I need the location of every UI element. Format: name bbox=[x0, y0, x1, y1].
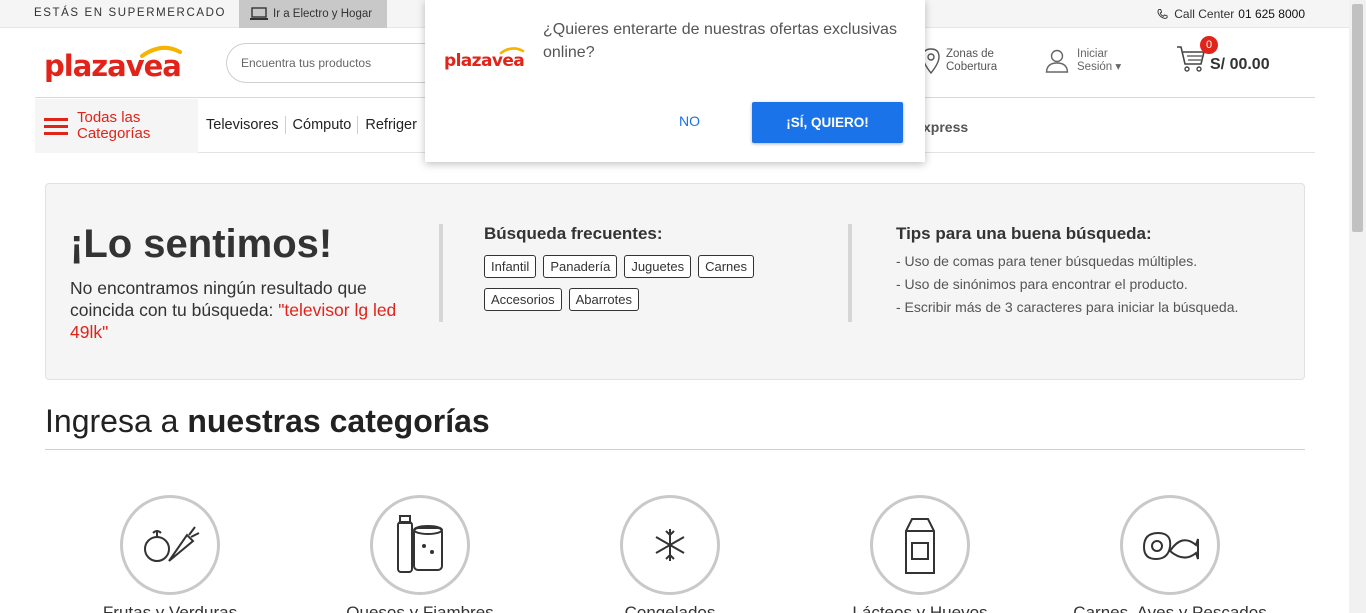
no-results-description: No encontramos ningún resultado que coin… bbox=[70, 277, 430, 343]
categories-divider bbox=[45, 449, 1305, 450]
category-carnes-aves-pescados[interactable]: Carnes, Aves y Pescados bbox=[1070, 495, 1270, 613]
hamburger-icon bbox=[44, 114, 68, 139]
scrollbar-thumb[interactable] bbox=[1352, 4, 1363, 232]
search-tips: Tips para una buena búsqueda: - Uso de c… bbox=[896, 224, 1238, 319]
laptop-icon bbox=[250, 7, 268, 20]
login-label: Iniciar Sesión ▾ bbox=[1077, 48, 1121, 74]
frequent-searches: Búsqueda frecuentes: Infantil Panadería … bbox=[484, 224, 804, 311]
meat-fish-icon bbox=[1142, 531, 1199, 561]
category-name: Congelados bbox=[624, 603, 716, 613]
chip-abarrotes[interactable]: Abarrotes bbox=[568, 288, 639, 311]
milk-carton-icon bbox=[905, 518, 935, 574]
category-name: Lácteos y Huevos bbox=[852, 603, 988, 613]
popup-yes-button[interactable]: ¡SÍ, QUIERO! bbox=[752, 102, 903, 143]
popup-plazavea-logo: plazavea bbox=[444, 44, 526, 79]
fruits-vegetables-icon bbox=[144, 526, 200, 562]
call-center[interactable]: Call Center 01 625 8000 bbox=[1157, 7, 1305, 21]
category-frutas-verduras[interactable]: Frutas y Verduras bbox=[70, 495, 270, 613]
cheese-deli-icon bbox=[397, 515, 443, 573]
nav-link-computo[interactable]: Cómputo bbox=[292, 116, 359, 134]
nav-link-express[interactable]: xpress bbox=[923, 119, 968, 135]
svg-text:plazavea: plazavea bbox=[44, 49, 181, 83]
page-scrollbar[interactable] bbox=[1349, 0, 1366, 613]
divider bbox=[439, 224, 443, 322]
category-quesos-fiambres[interactable]: Quesos y Fiambres bbox=[320, 495, 520, 613]
category-name: Carnes, Aves y Pescados bbox=[1073, 603, 1267, 613]
categories-title-prefix: Ingresa a bbox=[45, 403, 179, 439]
phone-icon bbox=[1157, 8, 1168, 19]
chip-carnes[interactable]: Carnes bbox=[698, 255, 754, 278]
category-lacteos-huevos[interactable]: Lácteos y Huevos bbox=[820, 495, 1020, 613]
no-results-title: ¡Lo sentimos! bbox=[70, 222, 333, 266]
category-circle[interactable] bbox=[620, 495, 720, 595]
call-center-number: 01 625 8000 bbox=[1238, 7, 1305, 21]
cart-total: S/ 00.00 bbox=[1210, 56, 1270, 73]
category-congelados[interactable]: Congelados bbox=[570, 495, 770, 613]
search-placeholder: Encuentra tus productos bbox=[241, 56, 372, 70]
category-name: Frutas y Verduras bbox=[102, 603, 238, 613]
chip-infantil[interactable]: Infantil bbox=[484, 255, 537, 278]
coverage-zones-label: Zonas de Cobertura bbox=[946, 48, 997, 74]
search-tip: - Uso de sinónimos para encontrar el pro… bbox=[896, 276, 1188, 292]
login-button[interactable]: Iniciar Sesión ▾ bbox=[1045, 48, 1121, 74]
divider bbox=[848, 224, 852, 322]
all-categories-line1: Todas las bbox=[77, 109, 141, 126]
all-categories-line2: Categorías bbox=[77, 125, 151, 142]
categories-title-bold: nuestras categorías bbox=[187, 403, 490, 439]
electro-hogar-label: Ir a Electro y Hogar bbox=[273, 8, 373, 20]
snowflake-icon bbox=[655, 529, 685, 561]
user-icon bbox=[1045, 49, 1069, 73]
nav-link-refrigeracion[interactable]: Refriger bbox=[364, 116, 423, 134]
search-tip: - Escribir más de 3 caracteres para inic… bbox=[896, 299, 1239, 315]
no-results-panel: ¡Lo sentimos! No encontramos ningún resu… bbox=[45, 183, 1305, 380]
coverage-zones-line2: Cobertura bbox=[946, 61, 998, 73]
chip-juguetes[interactable]: Juguetes bbox=[624, 255, 692, 278]
cart-button[interactable]: 0 S/ 00.00 bbox=[1176, 36, 1286, 80]
all-categories-button[interactable]: Todas las Categorías bbox=[35, 99, 198, 153]
search-tip: - Uso de comas para tener búsquedas múlt… bbox=[896, 253, 1198, 269]
coverage-zones[interactable]: Zonas de Cobertura bbox=[922, 48, 997, 74]
search-tips-title: Tips para una buena búsqueda: bbox=[896, 224, 1152, 243]
category-circle[interactable] bbox=[870, 495, 970, 595]
electro-hogar-link[interactable]: Ir a Electro y Hogar bbox=[239, 0, 387, 28]
cart-count-badge: 0 bbox=[1200, 36, 1218, 54]
chip-accesorios[interactable]: Accesorios bbox=[484, 288, 562, 311]
login-line1: Iniciar bbox=[1077, 48, 1108, 60]
notification-popup: plazavea ¿Quieres enterarte de nuestras … bbox=[425, 0, 925, 162]
search-input[interactable]: Encuentra tus productos bbox=[226, 43, 446, 83]
chip-panaderia[interactable]: Panadería bbox=[543, 255, 618, 278]
login-line2: Sesión ▾ bbox=[1077, 61, 1122, 73]
nav-links: Televisores Cómputo Refriger bbox=[205, 116, 429, 134]
category-circle[interactable] bbox=[1120, 495, 1220, 595]
popup-no-button[interactable]: NO bbox=[679, 113, 700, 129]
page: ESTÁS EN SUPERMERCADO Ir a Electro y Hog… bbox=[0, 0, 1366, 613]
nav-link-televisores[interactable]: Televisores bbox=[205, 116, 286, 134]
all-categories-label: Todas las Categorías bbox=[77, 110, 150, 142]
search-tips-list: - Uso de comas para tener búsquedas múlt… bbox=[896, 250, 1238, 319]
categories-title: Ingresa a nuestras categorías bbox=[45, 403, 490, 440]
call-center-label: Call Center bbox=[1174, 7, 1235, 21]
popup-message: ¿Quieres enterarte de nuestras ofertas e… bbox=[543, 21, 897, 61]
plazavea-logo[interactable]: plazavea bbox=[44, 40, 184, 93]
store-label: ESTÁS EN SUPERMERCADO bbox=[34, 7, 227, 19]
category-name: Quesos y Fiambres bbox=[346, 603, 494, 613]
svg-text:plazavea: plazavea bbox=[444, 51, 524, 71]
frequent-searches-chips: Infantil Panadería Juguetes Carnes Acces… bbox=[484, 255, 804, 311]
category-circle[interactable] bbox=[370, 495, 470, 595]
coverage-zones-line1: Zonas de bbox=[946, 48, 994, 60]
frequent-searches-title: Búsqueda frecuentes: bbox=[484, 224, 663, 243]
category-circle[interactable] bbox=[120, 495, 220, 595]
